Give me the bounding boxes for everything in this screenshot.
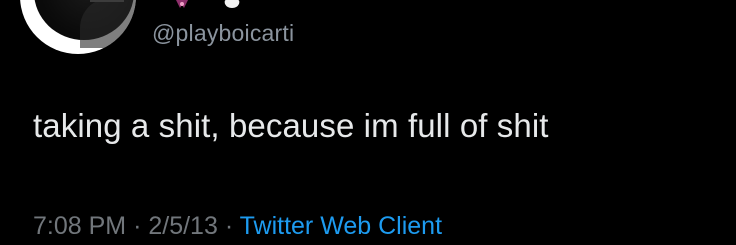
vampire-emoji-icon bbox=[176, 0, 188, 8]
tweet-text: taking a shit, because im full of shit bbox=[33, 107, 549, 144]
avatar[interactable] bbox=[20, 0, 136, 54]
tweet-card: @playboicarti taking a shit, because im … bbox=[0, 0, 736, 245]
user-handle[interactable]: @playboicarti bbox=[152, 20, 294, 47]
tweet-client-link[interactable]: Twitter Web Client bbox=[240, 212, 442, 240]
avatar-shade bbox=[80, 0, 136, 48]
tweet-time[interactable]: 7:08 PM bbox=[33, 212, 126, 240]
tweet-date[interactable]: 2/5/13 bbox=[148, 212, 218, 240]
cloud-icon bbox=[224, 0, 240, 8]
avatar-divider bbox=[90, 0, 124, 2]
tweet-meta: 7:08 PM · 2/5/13 · Twitter Web Client bbox=[33, 212, 442, 241]
meta-separator: · bbox=[224, 212, 234, 240]
meta-separator: · bbox=[133, 212, 142, 240]
